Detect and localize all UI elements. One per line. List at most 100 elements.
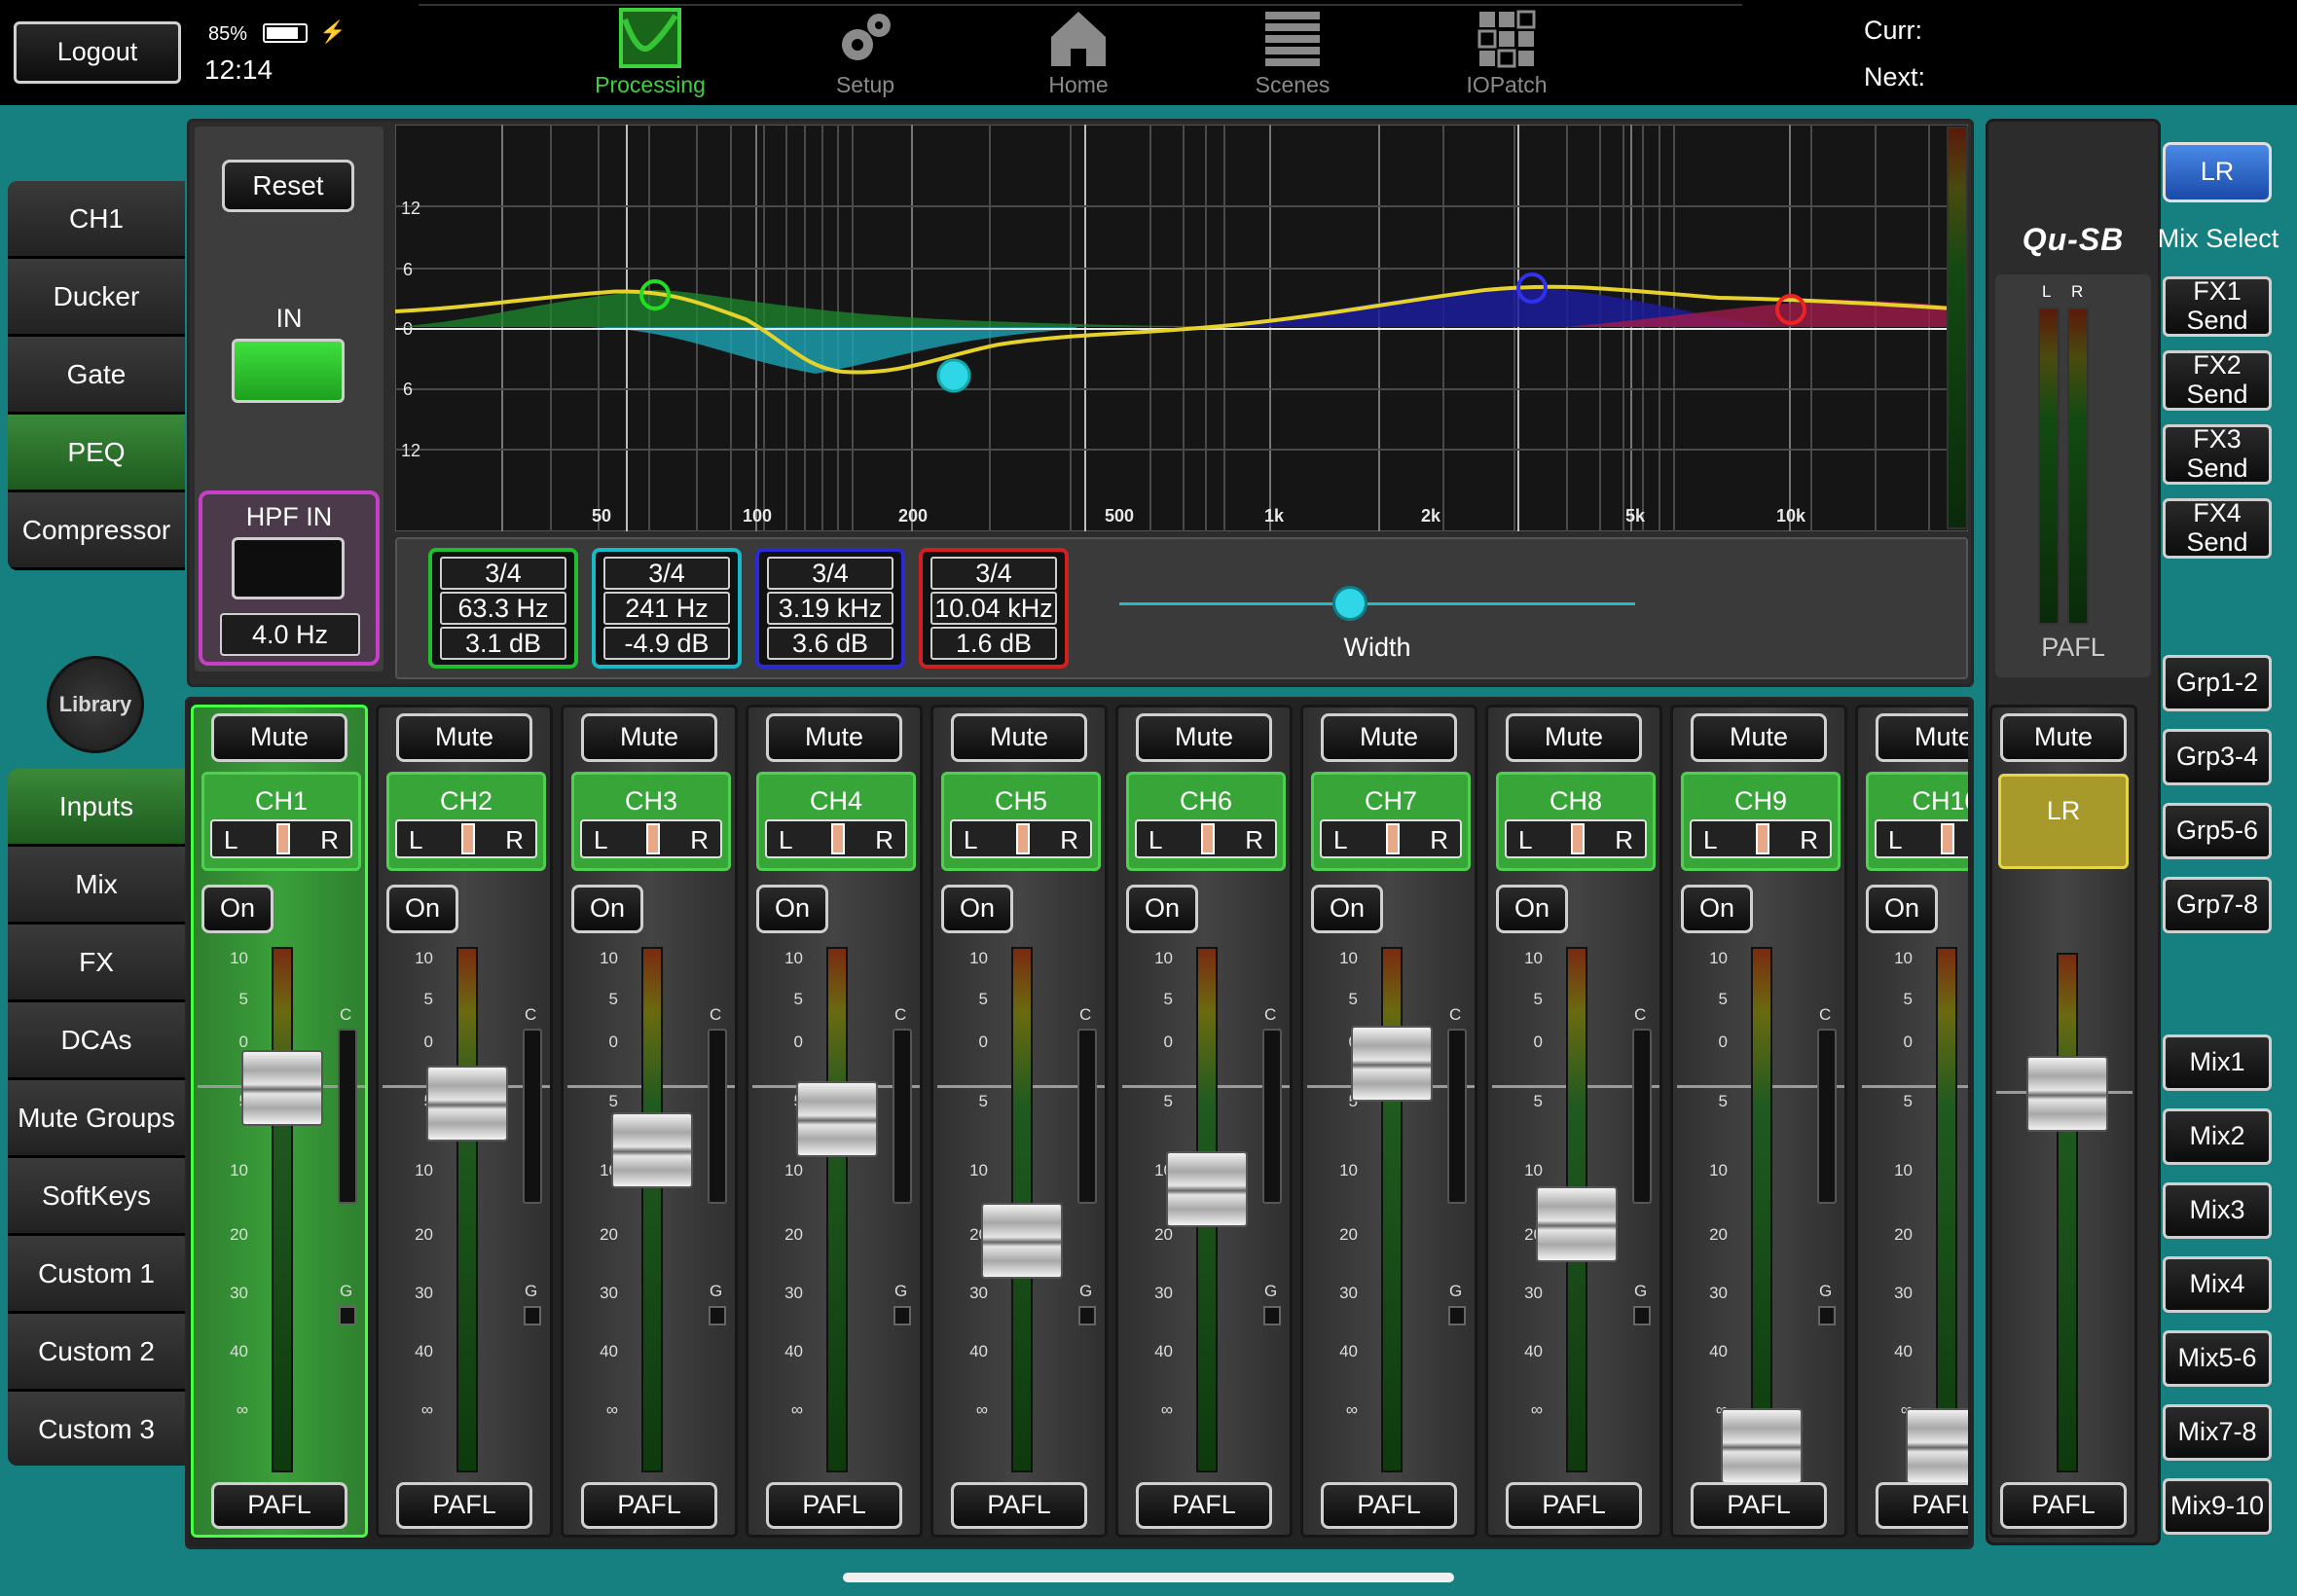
pan-control[interactable]: LR [1690, 819, 1832, 858]
mute-button[interactable]: Mute [766, 713, 902, 762]
channel-name-button[interactable]: CH3 LR [571, 772, 731, 871]
pafl-button[interactable]: PAFL [396, 1482, 532, 1529]
pafl-button[interactable]: PAFL [1506, 1482, 1642, 1529]
fader-cap[interactable] [1536, 1186, 1618, 1262]
on-button[interactable]: On [201, 885, 273, 933]
mute-button[interactable]: Mute [581, 713, 717, 762]
mix1-button[interactable]: Mix1 [2163, 1034, 2272, 1091]
master-pafl-button[interactable]: PAFL [2000, 1482, 2127, 1529]
pafl-button[interactable]: PAFL [766, 1482, 902, 1529]
grp3-4-button[interactable]: Grp3-4 [2163, 729, 2272, 785]
mix2-button[interactable]: Mix2 [2163, 1108, 2272, 1165]
grp5-6-button[interactable]: Grp5-6 [2163, 803, 2272, 859]
fader-cap[interactable] [611, 1112, 693, 1188]
pan-control[interactable]: LR [580, 819, 722, 858]
pan-control[interactable]: LR [210, 819, 352, 858]
pafl-button[interactable]: PAFL [1876, 1482, 1968, 1529]
pan-knob[interactable] [831, 823, 845, 854]
on-button[interactable]: On [571, 885, 643, 933]
mute-button[interactable]: Mute [1321, 713, 1457, 762]
fx3-send-button[interactable]: FX3 Send [2163, 424, 2272, 485]
pan-control[interactable]: LR [1875, 819, 1968, 858]
fader-cap[interactable] [796, 1081, 878, 1157]
grp1-2-button[interactable]: Grp1-2 [2163, 655, 2272, 711]
mix9-10-button[interactable]: Mix9-10 [2163, 1478, 2272, 1535]
channel-name-button[interactable]: CH6 LR [1126, 772, 1286, 871]
channel-name-button[interactable]: CH7 LR [1311, 772, 1471, 871]
on-button[interactable]: On [1681, 885, 1753, 933]
pafl-button[interactable]: PAFL [581, 1482, 717, 1529]
pan-control[interactable]: LR [1320, 819, 1462, 858]
fader-track[interactable] [826, 947, 848, 1472]
grp7-8-button[interactable]: Grp7-8 [2163, 877, 2272, 933]
channel-name-button[interactable]: CH9 LR [1681, 772, 1841, 871]
pan-control[interactable]: LR [1135, 819, 1277, 858]
fader-cap[interactable] [1166, 1151, 1248, 1227]
pan-control[interactable]: LR [765, 819, 907, 858]
channel-name-button[interactable]: CH2 LR [386, 772, 546, 871]
fader-track[interactable] [1751, 947, 1772, 1472]
fx1-send-button[interactable]: FX1 Send [2163, 276, 2272, 337]
master-fader-cap[interactable] [2026, 1056, 2108, 1132]
pan-knob[interactable] [276, 823, 290, 854]
fader-cap[interactable] [1351, 1026, 1433, 1103]
fader-cap[interactable] [241, 1050, 323, 1126]
pan-knob[interactable] [1016, 823, 1030, 854]
mix7-8-button[interactable]: Mix7-8 [2163, 1404, 2272, 1461]
on-button[interactable]: On [941, 885, 1013, 933]
pan-knob[interactable] [1571, 823, 1585, 854]
pafl-button[interactable]: PAFL [1321, 1482, 1457, 1529]
fader-scale-tick: 20 [1894, 1225, 1913, 1244]
on-button[interactable]: On [386, 885, 458, 933]
pan-knob[interactable] [1756, 823, 1769, 854]
fader-cap[interactable] [1721, 1408, 1803, 1484]
pafl-button[interactable]: PAFL [1136, 1482, 1272, 1529]
mute-button[interactable]: Mute [1136, 713, 1272, 762]
pan-control[interactable]: LR [1505, 819, 1647, 858]
on-button[interactable]: On [1311, 885, 1383, 933]
mix4-button[interactable]: Mix4 [2163, 1256, 2272, 1313]
mix5-6-button[interactable]: Mix5-6 [2163, 1330, 2272, 1387]
home-indicator[interactable] [843, 1573, 1454, 1582]
mute-button[interactable]: Mute [1876, 713, 1968, 762]
pafl-button[interactable]: PAFL [211, 1482, 347, 1529]
master-name[interactable]: LR [1998, 774, 2129, 869]
pan-knob[interactable] [461, 823, 475, 854]
fx4-send-button[interactable]: FX4 Send [2163, 498, 2272, 559]
master-fader-track[interactable] [2057, 953, 2078, 1472]
fader-track[interactable] [641, 947, 663, 1472]
mix3-button[interactable]: Mix3 [2163, 1182, 2272, 1239]
on-button[interactable]: On [1866, 885, 1938, 933]
fader-cap[interactable] [981, 1202, 1063, 1279]
master-mute-button[interactable]: Mute [2000, 713, 2127, 762]
on-button[interactable]: On [1126, 885, 1198, 933]
fader-track[interactable] [1936, 947, 1957, 1472]
fx2-send-button[interactable]: FX2 Send [2163, 350, 2272, 411]
mix-select-lr[interactable]: LR [2163, 142, 2272, 202]
mute-button[interactable]: Mute [951, 713, 1087, 762]
mute-button[interactable]: Mute [1506, 713, 1642, 762]
pan-control[interactable]: LR [950, 819, 1092, 858]
pan-knob[interactable] [1201, 823, 1215, 854]
fader-track[interactable] [456, 947, 478, 1472]
channel-name-button[interactable]: CH10 LR [1866, 772, 1968, 871]
channel-name-button[interactable]: CH8 LR [1496, 772, 1656, 871]
fader-track[interactable] [272, 947, 293, 1472]
mute-button[interactable]: Mute [211, 713, 347, 762]
fader-cap[interactable] [1906, 1408, 1968, 1484]
pan-knob[interactable] [1941, 823, 1954, 854]
fader-cap[interactable] [426, 1066, 508, 1142]
on-button[interactable]: On [1496, 885, 1568, 933]
pan-knob[interactable] [646, 823, 660, 854]
mute-button[interactable]: Mute [1691, 713, 1827, 762]
pafl-button[interactable]: PAFL [951, 1482, 1087, 1529]
pan-control[interactable]: LR [395, 819, 537, 858]
channel-name-button[interactable]: CH1 LR [201, 772, 361, 871]
channel-name-button[interactable]: CH4 LR [756, 772, 916, 871]
channel-name-button[interactable]: CH5 LR [941, 772, 1101, 871]
fader-scale-tick: ∞ [1160, 1400, 1173, 1419]
on-button[interactable]: On [756, 885, 828, 933]
mute-button[interactable]: Mute [396, 713, 532, 762]
pafl-button[interactable]: PAFL [1691, 1482, 1827, 1529]
pan-knob[interactable] [1386, 823, 1400, 854]
